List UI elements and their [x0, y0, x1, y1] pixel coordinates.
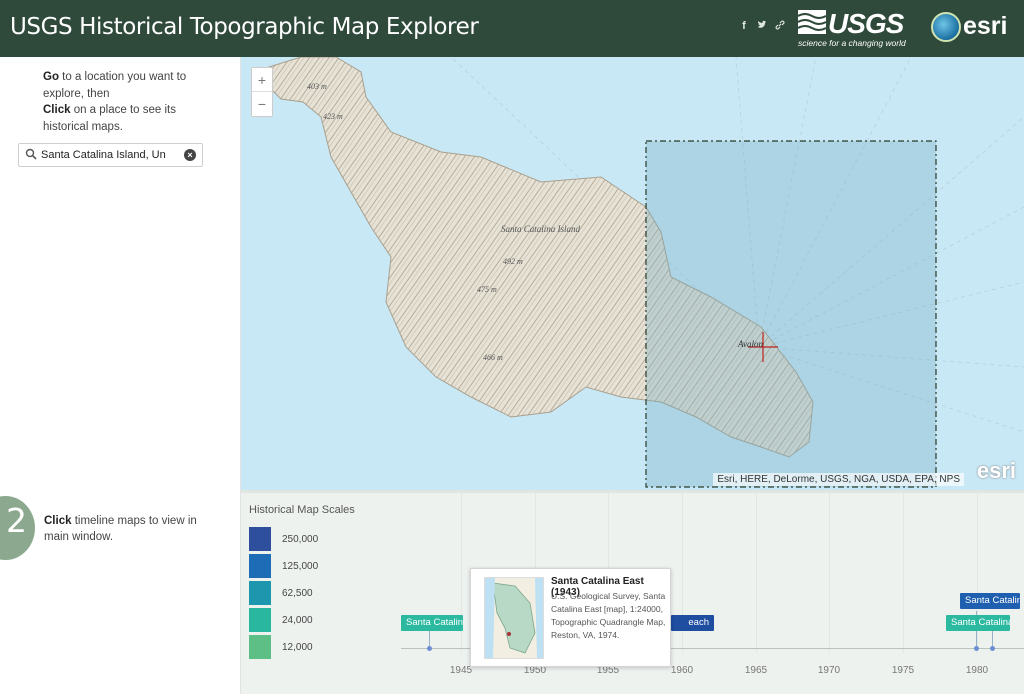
legend-label: 125,000 — [282, 560, 319, 572]
elev-label: 403 m — [307, 82, 327, 91]
map-canvas: 403 m 423 m Santa Catalina Island 492 m … — [268, 57, 1024, 488]
legend-label: 62,500 — [282, 587, 313, 599]
elev-label: 475 m — [477, 285, 497, 294]
social-links: f — [739, 20, 785, 33]
zoom-in-button[interactable]: + — [252, 68, 272, 92]
gridline — [756, 493, 757, 653]
legend-item: 250,000 — [249, 527, 318, 551]
legend-item: 125,000 — [249, 554, 318, 578]
step2-number: 2 — [6, 501, 27, 540]
click-bold: Click — [44, 515, 72, 527]
legend-title: Historical Map Scales — [249, 504, 355, 516]
elev-label: 466 m — [483, 353, 503, 362]
go-bold: Go — [43, 71, 59, 83]
timeline-dot — [427, 646, 432, 651]
go-text: to a location you want to explore, then — [43, 71, 187, 100]
map-view[interactable]: 403 m 423 m Santa Catalina Island 492 m … — [241, 57, 1024, 490]
globe-icon — [931, 12, 961, 42]
click-bold: Click — [43, 104, 71, 116]
legend-label: 24,000 — [282, 614, 313, 626]
gridline — [829, 493, 830, 653]
island-label: Santa Catalina Island — [501, 224, 581, 234]
app-title: USGS Historical Topographic Map Explorer — [10, 14, 479, 40]
legend-label: 12,000 — [282, 641, 313, 653]
timeline-map-item[interactable]: Santa Catalina I — [946, 615, 1010, 631]
search-input[interactable] — [41, 147, 181, 163]
esri-logo[interactable]: esri — [931, 12, 1011, 44]
timeline-dot — [974, 646, 979, 651]
gridline — [903, 493, 904, 653]
legend-item: 24,000 — [249, 608, 313, 632]
legend-swatch — [249, 635, 271, 659]
popup-citation: U.S. Geological Survey, Santa Catalina E… — [551, 591, 666, 640]
facebook-icon[interactable]: f — [739, 20, 749, 33]
twitter-icon[interactable] — [757, 20, 767, 33]
legend-label: 250,000 — [282, 533, 319, 545]
thumbnail-map-image — [485, 578, 543, 658]
town-label: Avalon — [737, 339, 763, 349]
usgs-wordmark: USGS — [828, 8, 904, 39]
year-tick: 1970 — [817, 665, 841, 676]
timeline-map-item[interactable]: Santa Catalina — [960, 593, 1020, 609]
app-header: USGS Historical Topographic Map Explorer… — [0, 0, 1024, 57]
location-search[interactable]: × — [18, 143, 203, 167]
link-icon[interactable] — [775, 20, 785, 33]
legend-swatch — [249, 581, 271, 605]
legend-swatch — [249, 527, 271, 551]
esri-wordmark: esri — [963, 12, 1008, 40]
elev-label: 423 m — [323, 112, 343, 121]
year-tick: 1960 — [670, 665, 694, 676]
map-info-popup[interactable]: Santa Catalina East (1943) U.S. Geologic… — [470, 568, 671, 667]
esri-watermark: esri — [976, 458, 1016, 483]
year-tick: 1945 — [449, 665, 473, 676]
timeline-map-item[interactable]: each — [671, 615, 714, 631]
selected-quadrangle[interactable] — [645, 140, 937, 488]
zoom-out-button[interactable]: − — [252, 92, 272, 116]
usgs-logo[interactable]: USGS science for a changing world — [798, 8, 916, 50]
map-thumbnail[interactable] — [484, 577, 544, 659]
legend-swatch — [249, 608, 271, 632]
map-attribution: Esri, HERE, DeLorme, USGS, NGA, USDA, EP… — [713, 473, 964, 486]
year-tick: 1965 — [744, 665, 768, 676]
step1-instructions: Go to a location you want to explore, th… — [43, 69, 223, 135]
step2-instructions: Click timeline maps to view in main wind… — [44, 513, 224, 545]
close-circle-icon[interactable]: × — [184, 149, 196, 161]
legend-swatch — [249, 554, 271, 578]
usgs-tagline: science for a changing world — [798, 38, 906, 48]
usgs-wave-icon — [798, 10, 826, 34]
left-panel: Go to a location you want to explore, th… — [0, 57, 241, 694]
timeline-dot — [990, 646, 995, 651]
year-tick: 1975 — [891, 665, 915, 676]
zoom-control: + − — [251, 67, 273, 117]
timeline-map-item[interactable]: Santa Catalina I — [401, 615, 463, 631]
year-tick: 1980 — [965, 665, 989, 676]
legend-item: 62,500 — [249, 581, 313, 605]
legend-item: 12,000 — [249, 635, 313, 659]
elev-label: 492 m — [503, 257, 523, 266]
search-icon — [25, 148, 37, 160]
